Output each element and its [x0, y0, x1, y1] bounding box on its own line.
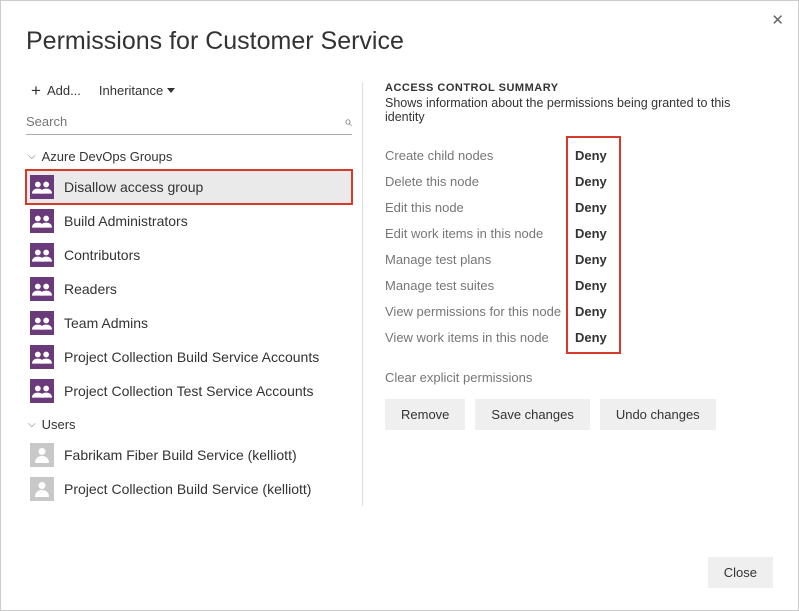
search-box[interactable]: ⌕ — [26, 109, 352, 135]
permission-name: Delete this node — [385, 174, 575, 189]
save-changes-button[interactable]: Save changes — [475, 399, 589, 430]
permission-row[interactable]: Edit work items in this nodeDeny — [385, 220, 773, 246]
group-label: Disallow access group — [64, 179, 203, 195]
group-icon — [30, 209, 54, 233]
permission-row[interactable]: Edit this nodeDeny — [385, 194, 773, 220]
user-label: Project Collection Build Service (kellio… — [64, 481, 311, 497]
user-icon — [30, 443, 54, 467]
permission-value: Deny — [575, 304, 615, 319]
permission-name: Manage test suites — [385, 278, 575, 293]
group-item[interactable]: Contributors — [26, 238, 352, 272]
plus-icon: + — [31, 82, 41, 99]
undo-changes-button[interactable]: Undo changes — [600, 399, 716, 430]
acs-subtitle: Shows information about the permissions … — [385, 96, 773, 124]
remove-button[interactable]: Remove — [385, 399, 465, 430]
permission-value: Deny — [575, 148, 615, 163]
acs-title: ACCESS CONTROL SUMMARY — [385, 82, 773, 94]
search-input[interactable] — [26, 114, 344, 129]
permission-row[interactable]: Delete this nodeDeny — [385, 168, 773, 194]
permission-value: Deny — [575, 174, 615, 189]
permission-name: Manage test plans — [385, 252, 575, 267]
users-header-label: Users — [42, 417, 76, 432]
user-item[interactable]: Fabrikam Fiber Build Service (kelliott) — [26, 438, 352, 472]
group-item[interactable]: Project Collection Test Service Accounts — [26, 374, 352, 408]
close-icon[interactable]: ✕ — [771, 11, 784, 29]
search-icon: ⌕ — [344, 113, 352, 130]
clear-permissions-link[interactable]: Clear explicit permissions — [385, 370, 773, 385]
group-label: Readers — [64, 281, 117, 297]
group-label: Team Admins — [64, 315, 148, 331]
group-icon — [30, 311, 54, 335]
group-icon — [30, 175, 54, 199]
group-item[interactable]: Readers — [26, 272, 352, 306]
group-icon — [30, 345, 54, 369]
chevron-down-icon — [167, 88, 175, 93]
group-label: Project Collection Test Service Accounts — [64, 383, 314, 399]
permission-name: Edit this node — [385, 200, 575, 215]
chevron-down-icon: ⌵ — [28, 151, 36, 162]
permission-row[interactable]: Create child nodesDeny — [385, 142, 773, 168]
permission-name: View permissions for this node — [385, 304, 575, 319]
group-item[interactable]: Project Collection Build Service Account… — [26, 340, 352, 374]
permission-row[interactable]: View permissions for this nodeDeny — [385, 298, 773, 324]
permission-value: Deny — [575, 278, 615, 293]
groups-header[interactable]: ⌵ Azure DevOps Groups — [26, 143, 352, 170]
group-item[interactable]: Disallow access group — [26, 170, 352, 204]
permission-row[interactable]: Manage test plansDeny — [385, 246, 773, 272]
inheritance-label: Inheritance — [99, 83, 163, 98]
group-icon — [30, 277, 54, 301]
left-panel: + Add... Inheritance ⌕ ⌵ Azure DevOps Gr… — [26, 82, 363, 506]
permission-value: Deny — [575, 252, 615, 267]
group-item[interactable]: Team Admins — [26, 306, 352, 340]
group-icon — [30, 243, 54, 267]
permission-value: Deny — [575, 200, 615, 215]
add-button[interactable]: + Add... — [31, 82, 81, 99]
permission-value: Deny — [575, 330, 615, 345]
dialog-title: Permissions for Customer Service — [26, 27, 798, 56]
group-label: Build Administrators — [64, 213, 188, 229]
user-label: Fabrikam Fiber Build Service (kelliott) — [64, 447, 297, 463]
group-label: Contributors — [64, 247, 140, 263]
chevron-down-icon: ⌵ — [28, 419, 36, 430]
users-header[interactable]: ⌵ Users — [26, 411, 352, 438]
permissions-table: Create child nodesDenyDelete this nodeDe… — [385, 142, 773, 350]
groups-header-label: Azure DevOps Groups — [42, 149, 173, 164]
inheritance-dropdown[interactable]: Inheritance — [99, 83, 175, 98]
group-label: Project Collection Build Service Account… — [64, 349, 319, 365]
close-button[interactable]: Close — [708, 557, 773, 588]
permission-row[interactable]: Manage test suitesDeny — [385, 272, 773, 298]
user-item[interactable]: Project Collection Build Service (kellio… — [26, 472, 352, 506]
user-icon — [30, 477, 54, 501]
add-label: Add... — [47, 83, 81, 98]
permission-name: View work items in this node — [385, 330, 575, 345]
permission-name: Edit work items in this node — [385, 226, 575, 241]
group-item[interactable]: Build Administrators — [26, 204, 352, 238]
permission-value: Deny — [575, 226, 615, 241]
permission-name: Create child nodes — [385, 148, 575, 163]
right-panel: ACCESS CONTROL SUMMARY Shows information… — [363, 82, 773, 506]
group-icon — [30, 379, 54, 403]
permission-row[interactable]: View work items in this nodeDeny — [385, 324, 773, 350]
